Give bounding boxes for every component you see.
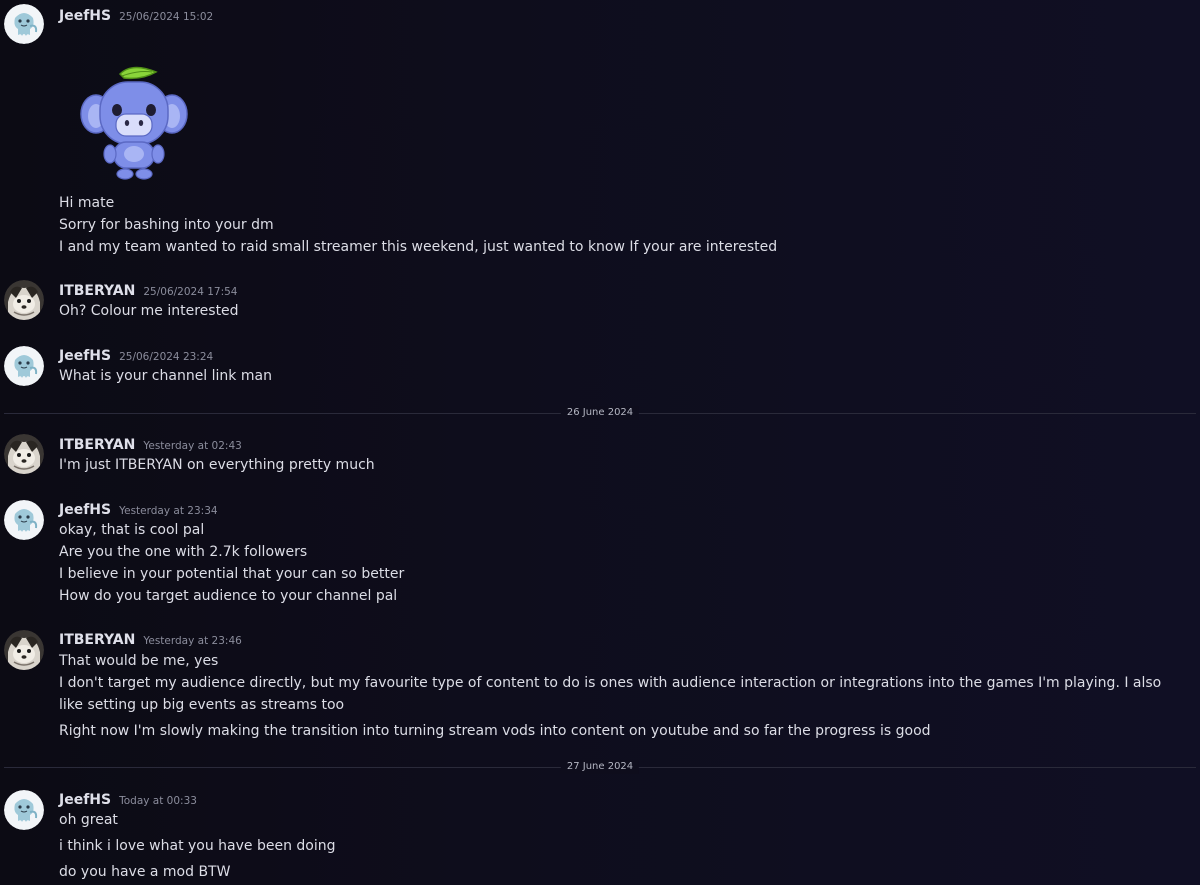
message-text: Hi mate — [59, 195, 115, 211]
chat-message-list: JeefHS 25/06/2024 15:02 Hi mate Sorry fo… — [0, 0, 1200, 885]
message-text: okay, that is cool pal — [59, 522, 205, 538]
message-text: How do you target audience to your chann… — [59, 588, 398, 604]
username[interactable]: ITBERYAN — [59, 437, 135, 453]
message-header: JeefHS Yesterday at 23:34 — [59, 499, 218, 519]
squid-avatar-icon[interactable] — [4, 4, 44, 44]
message-text: I and my team wanted to raid small strea… — [59, 239, 778, 255]
message-text: I don't target my audience directly, but… — [59, 675, 1162, 713]
squid-avatar-icon[interactable] — [4, 500, 44, 540]
message-text: I'm just ITBERYAN on everything pretty m… — [59, 457, 375, 473]
message-text: That would be me, yes — [59, 653, 219, 669]
message-text: Are you the one with 2.7k followers — [59, 544, 308, 560]
date-divider: 27 June 2024 — [4, 760, 1196, 774]
message-text: Sorry for bashing into your dm — [59, 217, 274, 233]
message-text: I believe in your potential that your ca… — [59, 566, 405, 582]
dog-avatar-icon[interactable] — [4, 434, 44, 474]
divider-date: 26 June 2024 — [560, 406, 640, 420]
squid-avatar-icon[interactable] — [4, 790, 44, 830]
username[interactable]: JeefHS — [59, 502, 111, 518]
divider-date: 27 June 2024 — [560, 760, 640, 774]
message-text: Oh? Colour me interested — [59, 303, 239, 319]
dog-avatar-icon[interactable] — [4, 280, 44, 320]
message-header: JeefHS 25/06/2024 23:24 — [59, 345, 213, 365]
username[interactable]: JeefHS — [59, 792, 111, 808]
message-text: do you have a mod BTW — [59, 864, 231, 880]
message-header: JeefHS 25/06/2024 15:02 — [59, 5, 213, 25]
message-text: i think i love what you have been doing — [59, 838, 336, 854]
username[interactable]: JeefHS — [59, 8, 111, 24]
message-header: ITBERYAN Yesterday at 02:43 — [59, 434, 242, 454]
dog-avatar-icon[interactable] — [4, 630, 44, 670]
message-text: Right now I'm slowly making the transiti… — [59, 723, 931, 739]
message-text: What is your channel link man — [59, 368, 272, 384]
wumpus-sticker-icon[interactable] — [72, 56, 204, 188]
message-header: ITBERYAN Yesterday at 23:46 — [59, 629, 242, 649]
date-divider: 26 June 2024 — [4, 406, 1196, 420]
username[interactable]: JeefHS — [59, 348, 111, 364]
timestamp[interactable]: Today at 00:33 — [119, 795, 197, 807]
timestamp[interactable]: 25/06/2024 17:54 — [143, 286, 237, 298]
timestamp[interactable]: 25/06/2024 23:24 — [119, 351, 213, 363]
username[interactable]: ITBERYAN — [59, 283, 135, 299]
message-text: oh great — [59, 812, 118, 828]
message-header: ITBERYAN 25/06/2024 17:54 — [59, 280, 237, 300]
timestamp[interactable]: 25/06/2024 15:02 — [119, 11, 213, 23]
squid-avatar-icon[interactable] — [4, 346, 44, 386]
username[interactable]: ITBERYAN — [59, 632, 135, 648]
timestamp[interactable]: Yesterday at 02:43 — [143, 440, 241, 452]
timestamp[interactable]: Yesterday at 23:46 — [143, 635, 241, 647]
message-header: JeefHS Today at 00:33 — [59, 789, 197, 809]
timestamp[interactable]: Yesterday at 23:34 — [119, 505, 217, 517]
